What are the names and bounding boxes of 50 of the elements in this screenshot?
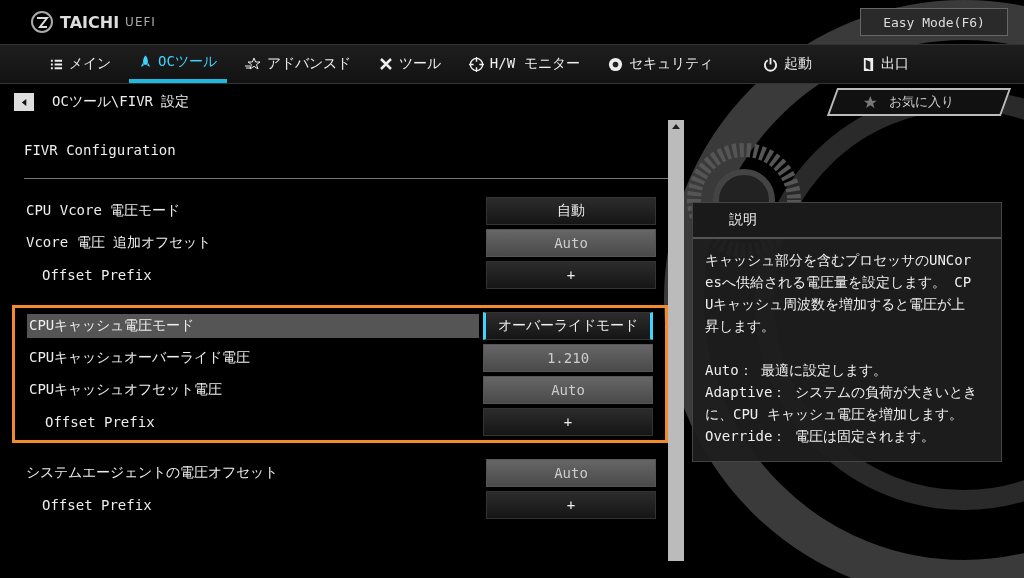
option-dropdown[interactable]: + — [486, 491, 656, 519]
favorites-button[interactable]: お気に入り — [826, 88, 1012, 116]
star-icon — [244, 57, 261, 71]
back-button[interactable] — [14, 93, 34, 111]
option-dropdown[interactable]: + — [483, 408, 653, 436]
setting-label[interactable]: CPUキャッシュオーバーライド電圧 — [27, 346, 479, 370]
option-dropdown[interactable]: + — [486, 261, 656, 289]
exit-icon — [861, 56, 875, 72]
setting-label[interactable]: CPUキャッシュ電圧モード — [27, 314, 479, 338]
value-field[interactable]: 1.210 — [483, 344, 653, 372]
option-dropdown[interactable]: 自動 — [486, 197, 656, 225]
scrollbar[interactable] — [668, 120, 684, 561]
breadcrumb: OCツール\FIVR 設定 — [52, 93, 190, 111]
star-icon — [864, 95, 877, 109]
left-arrow-icon — [19, 97, 29, 107]
value-field[interactable]: Auto — [486, 229, 656, 257]
description-text: Override： 電圧は固定されます。 — [705, 427, 936, 446]
nav-tab[interactable]: メイン — [40, 45, 121, 83]
up-arrow-icon — [672, 124, 680, 129]
description-text: Auto： 最適に設定します。 — [705, 361, 889, 380]
logo-text: TAICHI — [60, 12, 120, 32]
nav-tab[interactable]: H/W モニター — [458, 45, 590, 83]
badge-icon — [607, 56, 623, 72]
setting-label[interactable]: CPU Vcore 電圧モード — [24, 199, 476, 223]
logo-icon — [30, 10, 54, 34]
setting-label[interactable]: Offset Prefix — [24, 264, 476, 286]
setting-label[interactable]: システムエージェントの電圧オフセット — [24, 461, 476, 485]
nav-tab[interactable]: OCツール — [129, 45, 227, 83]
nav-tab[interactable]: 出口 — [851, 45, 919, 83]
crosshair-icon — [468, 56, 484, 72]
nav-tab[interactable]: 起動 — [752, 45, 822, 83]
nav-tab[interactable]: アドバンスド — [234, 45, 361, 83]
section-title: FIVR Configuration — [23, 141, 177, 160]
setting-label[interactable]: CPUキャッシュオフセット電圧 — [27, 378, 479, 402]
rocket-icon — [139, 55, 152, 69]
setting-label[interactable]: Vcore 電圧 追加オフセット — [24, 231, 476, 255]
value-field[interactable]: Auto — [486, 459, 656, 487]
description-text: キャッシュ部分を含むプロセッサのUNCoresへ供給される電圧量を設定します。 CPUキャッシュ周波数を増加すると電圧が上昇します。 — [705, 251, 973, 336]
value-field[interactable]: Auto — [483, 376, 653, 404]
description-text: Adaptive： システムの負荷が大きいときに、CPU キャッシュ電圧を増加します。 — [705, 383, 977, 424]
logo-subtitle: UEFI — [125, 15, 156, 29]
setting-label[interactable]: Offset Prefix — [24, 494, 476, 516]
power-icon — [762, 56, 778, 72]
description-title: 説明 — [693, 203, 1001, 239]
setting-label[interactable]: Offset Prefix — [27, 411, 479, 433]
nav-tab[interactable]: ツール — [368, 45, 451, 83]
list-icon — [50, 57, 63, 71]
easy-mode-button[interactable]: Easy Mode(F6) — [860, 8, 1008, 36]
option-dropdown[interactable]: オーバーライドモード — [483, 312, 653, 340]
nav-tab[interactable]: セキュリティ — [597, 45, 723, 83]
